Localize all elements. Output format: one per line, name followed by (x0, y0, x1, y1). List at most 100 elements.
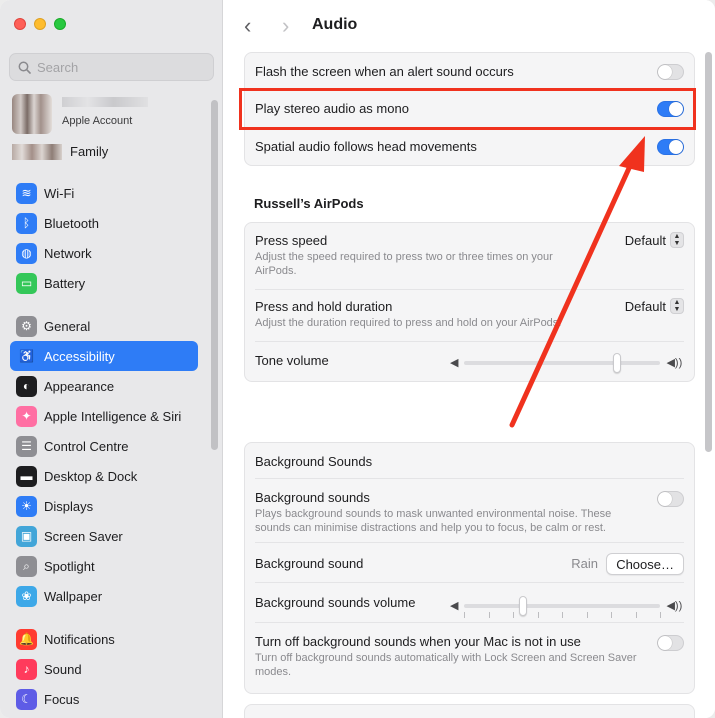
tone-volume-thumb[interactable] (613, 352, 622, 373)
speaker-low-icon: ◀ (450, 600, 459, 612)
tone-volume-label: Tone volume (255, 353, 329, 368)
forward-chevron-icon[interactable]: › (282, 13, 289, 39)
spatial-audio-toggle[interactable] (657, 139, 684, 155)
sidebar-item-desktop-dock[interactable]: ▬ Desktop & Dock (10, 461, 198, 491)
sidebar-item-label: Control Centre (44, 438, 129, 454)
wifi-icon: ≋ (16, 182, 37, 204)
slider-tick (464, 611, 466, 618)
press-speed-value: Default (624, 232, 666, 248)
spatial-audio-label: Spatial audio follows head movements (255, 139, 477, 154)
press-speed-label: Press speed (255, 233, 328, 248)
sidebar-item-label: Wallpaper (44, 588, 103, 604)
background-volume-track[interactable] (464, 595, 662, 618)
sidebar-item-label: Notifications (44, 631, 115, 647)
tone-volume-track[interactable] (464, 352, 661, 373)
press-speed-popup[interactable]: Default ▲ ▼ (625, 232, 684, 248)
sidebar-item-notifications[interactable]: 🔔 Notifications (10, 624, 198, 654)
airpods-group: Press speed Adjust the speed required to… (244, 222, 695, 382)
back-chevron-icon[interactable]: ‹ (244, 13, 251, 39)
sidebar-item-label: Desktop & Dock (44, 468, 138, 484)
sidebar-item-sound[interactable]: ♪ Sound (10, 654, 198, 684)
press-hold-description: Adjust the duration required to press an… (255, 317, 562, 329)
search-input[interactable] (37, 59, 197, 75)
turn-off-label: Turn off background sounds when your Mac… (255, 634, 581, 649)
press-hold-popup[interactable]: Default ▲ ▼ (625, 298, 684, 314)
sidebar-scrollbar[interactable] (211, 100, 218, 450)
main-scrollbar[interactable] (705, 52, 712, 452)
turn-off-row: Turn off background sounds when your Mac… (255, 623, 684, 693)
background-volume-slider[interactable]: ◀ ◀)) (450, 595, 683, 618)
control-centre-icon: ☰ (16, 435, 37, 457)
zoom-button[interactable] (54, 18, 66, 30)
sidebar-item-apple-intelligence-siri[interactable]: ✦ Apple Intelligence & Siri (10, 401, 198, 431)
sun-icon: ☀ (16, 495, 37, 517)
apple-account-item[interactable]: Apple Account (12, 94, 212, 136)
moon-icon: ☾ (16, 688, 37, 710)
speaker-high-icon: ◀)) (666, 357, 683, 369)
sidebar-item-general[interactable]: ⚙ General (10, 311, 198, 341)
accessibility-icon: ♿ (16, 345, 37, 367)
sidebar-item-label: Bluetooth (44, 215, 99, 231)
slider-tick (635, 611, 637, 618)
sidebar-item-displays[interactable]: ☀ Displays (10, 491, 198, 521)
search-field[interactable] (9, 53, 214, 81)
family-label: Family (70, 144, 109, 159)
sidebar-item-label: Apple Intelligence & Siri (44, 408, 182, 424)
slider-tick (611, 611, 613, 618)
battery-icon: ▭ (16, 272, 37, 294)
background-sound-value: Rain (571, 556, 598, 571)
slider-tick (586, 611, 588, 618)
flash-screen-toggle[interactable] (657, 64, 684, 80)
globe-icon: ◍ (16, 242, 37, 264)
sidebar-item-label: Wi‑Fi (44, 185, 75, 201)
sidebar-item-label: Accessibility (44, 348, 115, 364)
speaker-high-icon: ◀)) (666, 600, 683, 612)
sidebar-item-label: Sound (44, 661, 82, 677)
press-hold-row: Press and hold duration Adjust the durat… (255, 290, 684, 342)
page-title: Audio (312, 16, 358, 33)
flash-screen-row: Flash the screen when an alert sound occ… (255, 53, 684, 90)
speaker-icon: ♪ (16, 658, 37, 680)
sidebar-item-screen-saver[interactable]: ▣ Screen Saver (10, 521, 198, 551)
bell-icon: 🔔 (16, 628, 37, 650)
sidebar-item-control-centre[interactable]: ☰ Control Centre (10, 431, 198, 461)
background-volume-row: Background sounds volume ◀ ◀)) (255, 583, 684, 623)
sidebar-item-wallpaper[interactable]: ❀ Wallpaper (10, 581, 198, 611)
family-item[interactable]: Family (12, 142, 212, 162)
press-speed-row: Press speed Adjust the speed required to… (255, 223, 684, 290)
system-settings-window: Apple Account Family ≋ Wi‑Fi ᛒ Bluetooth ◍ Ne… (0, 0, 715, 718)
sidebar-item-label: Appearance (44, 378, 115, 394)
sidebar-item-wi-fi[interactable]: ≋ Wi‑Fi (10, 178, 198, 208)
gear-icon: ⚙ (16, 315, 37, 337)
highlight-box (239, 88, 696, 130)
spatial-audio-row: Spatial audio follows head movements (255, 128, 684, 165)
window-controls (14, 18, 66, 30)
background-volume-thumb[interactable] (519, 595, 528, 616)
minimize-button[interactable] (34, 18, 46, 30)
choose-sound-button[interactable]: Choose… (606, 553, 684, 575)
background-sounds-group: Background Sounds Background sounds Play… (244, 442, 695, 694)
background-sounds-description: Plays background sounds to mask unwanted… (255, 508, 612, 534)
toolbar: ‹ › Audio (224, 0, 715, 50)
slider-tick (660, 611, 662, 618)
background-sounds-toggle[interactable] (657, 491, 684, 507)
sidebar-group-connectivity: ≋ Wi‑Fi ᛒ Bluetooth ◍ Network ▭ Battery (10, 178, 198, 298)
sidebar-group-system: ⚙ General ♿ Accessibility ◐ Appearance ✦ Apple … (10, 311, 198, 611)
slider-tick (562, 611, 564, 618)
sidebar-item-focus[interactable]: ☾ Focus (10, 684, 198, 714)
sidebar-item-spotlight[interactable]: ⌕ Spotlight (10, 551, 198, 581)
background-volume-label: Background sounds volume (255, 595, 416, 610)
close-button[interactable] (14, 18, 26, 30)
sidebar-item-appearance[interactable]: ◐ Appearance (10, 371, 198, 401)
tone-volume-slider[interactable]: ◀ ◀)) (450, 352, 683, 373)
sidebar-item-accessibility[interactable]: ♿ Accessibility (10, 341, 198, 371)
next-settings-group-partial (244, 704, 695, 718)
sidebar-item-network[interactable]: ◍ Network (10, 238, 198, 268)
screen-saver-icon: ▣ (16, 525, 37, 547)
turn-off-toggle[interactable] (657, 635, 684, 651)
avatar (12, 94, 52, 134)
sidebar-item-bluetooth[interactable]: ᛒ Bluetooth (10, 208, 198, 238)
account-name-redacted (62, 97, 148, 107)
sidebar-item-battery[interactable]: ▭ Battery (10, 268, 198, 298)
updown-chevron-icon: ▲ ▼ (670, 232, 684, 248)
